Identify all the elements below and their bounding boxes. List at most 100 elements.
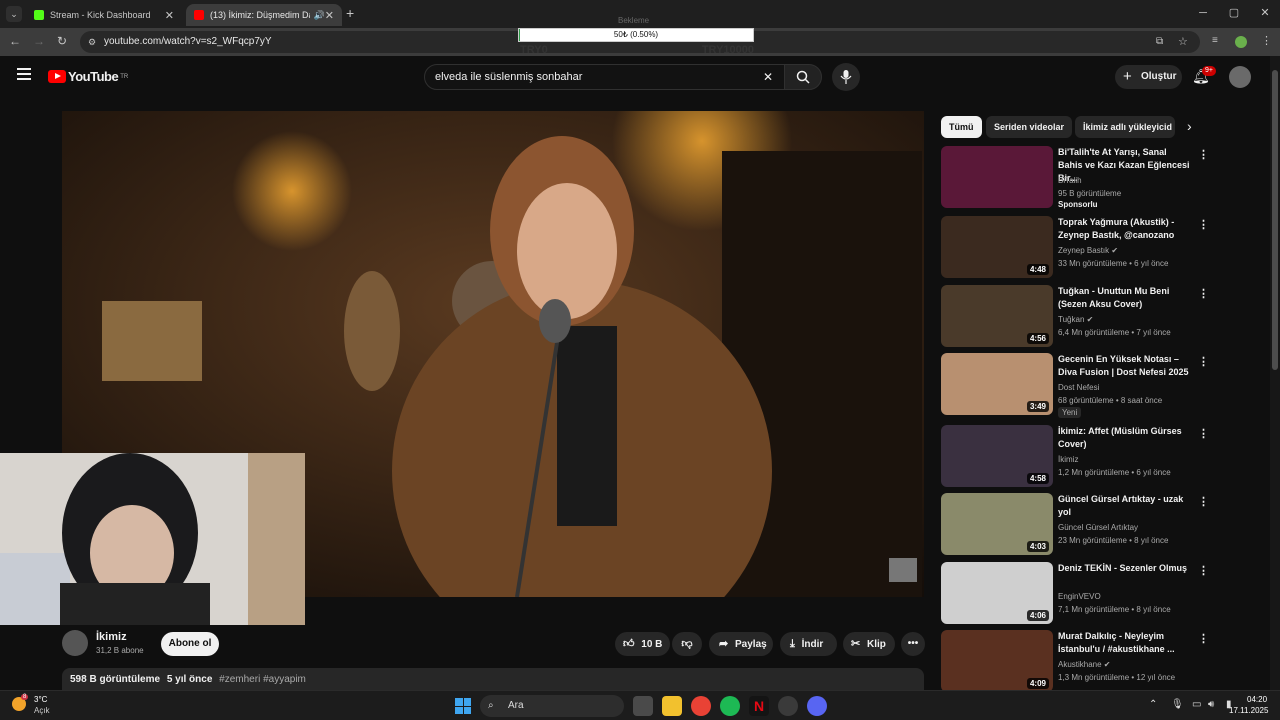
clock-time[interactable]: 04:20: [1247, 695, 1267, 704]
recommendation-title[interactable]: Murat Dalkılıç - Neyleyim İstanbul'u / #…: [1058, 630, 1190, 656]
bookmark-star-icon[interactable]: ☆: [1178, 31, 1188, 53]
dislike-button[interactable]: 👎︎: [672, 632, 702, 656]
profile-avatar[interactable]: [1235, 36, 1247, 48]
more-options-icon[interactable]: ⋮: [1198, 148, 1209, 161]
recommendation-thumbnail[interactable]: [941, 146, 1053, 208]
recommendation-item[interactable]: Bi'Talih'te At Yarışı, Sanal Bahis ve Ka…: [941, 146, 1211, 210]
recommendation-title[interactable]: Gecenin En Yüksek Notası – Diva Fusion |…: [1058, 353, 1190, 379]
site-info-icon[interactable]: ⚙: [88, 31, 96, 53]
download-button[interactable]: ⤓ İndir: [780, 632, 837, 656]
recommendation-item[interactable]: 4:09 Murat Dalkılıç - Neyleyim İstanbul'u…: [941, 630, 1211, 694]
new-tab-icon[interactable]: +: [346, 5, 354, 21]
recommendation-title[interactable]: Toprak Yağmura (Akustik) - Zeynep Bastık…: [1058, 216, 1190, 242]
recommendation-title[interactable]: Güncel Gürsel Artıktay - uzak yol: [1058, 493, 1190, 519]
channel-avatar[interactable]: [62, 630, 88, 656]
channel-name[interactable]: İkimiz: [96, 631, 127, 643]
recommendation-channel[interactable]: Zeynep Bastık ✔: [1058, 244, 1118, 257]
recommendation-item[interactable]: 4:56 Tuğkan - Unuttun Mu Beni (Sezen Aksu…: [941, 285, 1211, 349]
recommendation-channel[interactable]: Güncel Gürsel Artıktay: [1058, 521, 1138, 534]
chip-uploader[interactable]: İkimiz adlı yükleyicid: [1075, 116, 1175, 138]
more-options-icon[interactable]: ⋮: [1198, 632, 1209, 645]
weather-widget[interactable]: 8 3°C Açık: [12, 694, 72, 718]
like-button[interactable]: 👍︎ 10 B: [615, 632, 670, 656]
forward-icon[interactable]: →: [33, 34, 45, 48]
description-box[interactable]: 598 B görüntüleme 5 yıl önce #zemheri #a…: [62, 668, 924, 692]
recommendation-item[interactable]: 4:58 İkimiz: Affet (Müslüm Gürses Cover) İ…: [941, 425, 1211, 489]
recommendation-channel[interactable]: Dost Nefesi: [1058, 381, 1099, 394]
search-button[interactable]: [784, 64, 822, 90]
discord-icon[interactable]: [807, 696, 827, 716]
recommendation-thumbnail[interactable]: 4:48: [941, 216, 1053, 278]
scrollbar-thumb[interactable]: [1272, 70, 1278, 370]
tray-overflow-icon[interactable]: ⌃: [1149, 699, 1157, 710]
clock-date[interactable]: 17.11.2025: [1229, 706, 1268, 715]
recommendation-channel[interactable]: Tuğkan ✔: [1058, 313, 1093, 326]
recommendation-channel[interactable]: EnginVEVO: [1058, 590, 1101, 603]
close-tab-icon[interactable]: ✕: [165, 9, 174, 22]
network-icon[interactable]: ▭: [1192, 699, 1201, 710]
recommendation-title[interactable]: İkimiz: Affet (Müslüm Gürses Cover): [1058, 425, 1190, 451]
recommendation-item[interactable]: 4:48 Toprak Yağmura (Akustik) - Zeynep Ba…: [941, 216, 1211, 280]
clear-search-icon[interactable]: ✕: [763, 65, 773, 89]
recommendation-thumbnail[interactable]: 3:49: [941, 353, 1053, 415]
recommendation-title[interactable]: Tuğkan - Unuttun Mu Beni (Sezen Aksu Cov…: [1058, 285, 1190, 311]
install-icon[interactable]: ⧉: [1156, 31, 1163, 53]
more-options-icon[interactable]: ⋮: [1198, 564, 1209, 577]
close-tab-icon[interactable]: ✕: [325, 9, 334, 22]
tab-kick-dashboard[interactable]: Stream - Kick Dashboard ✕: [26, 4, 182, 26]
task-view-icon[interactable]: [633, 696, 653, 716]
minimize-icon[interactable]: ─: [1196, 6, 1210, 20]
chip-all[interactable]: Tümü: [941, 116, 982, 138]
hamburger-menu-icon[interactable]: [17, 68, 31, 80]
chrome-icon[interactable]: [691, 696, 711, 716]
more-options-icon[interactable]: ⋮: [1198, 427, 1209, 440]
recommendation-item[interactable]: 3:49 Gecenin En Yüksek Notası – Diva Fusi…: [941, 353, 1211, 418]
taskbar-search[interactable]: ⌕ Ara: [480, 695, 624, 717]
volume-icon[interactable]: 🔊︎: [1208, 699, 1214, 710]
more-options-icon[interactable]: ⋮: [1198, 355, 1209, 368]
more-actions-button[interactable]: •••: [901, 632, 925, 656]
recommendation-thumbnail[interactable]: 4:56: [941, 285, 1053, 347]
recommendation-channel[interactable]: Akustikhane ✔: [1058, 658, 1111, 671]
recommendation-thumbnail[interactable]: 4:03: [941, 493, 1053, 555]
media-control-icon[interactable]: ≡: [1212, 35, 1218, 46]
more-options-icon[interactable]: ⋮: [1198, 495, 1209, 508]
speaker-icon[interactable]: 🔊: [314, 10, 325, 21]
goal-min-label: TRY0: [520, 44, 548, 56]
recommendation-item[interactable]: 4:03 Güncel Gürsel Artıktay - uzak yol Gün…: [941, 493, 1211, 557]
tab-youtube-video[interactable]: (13) İkimiz: Düşmedim Dahi 🔊 ✕: [186, 4, 342, 26]
browser-menu-icon[interactable]: ⋮: [1261, 34, 1272, 47]
hashtags[interactable]: #zemheri #ayyapim: [219, 674, 306, 685]
clip-button[interactable]: ✂ Klip: [843, 632, 895, 656]
obs-icon[interactable]: [778, 696, 798, 716]
subscribe-button[interactable]: Abone ol: [161, 632, 219, 656]
close-window-icon[interactable]: ✕: [1258, 6, 1272, 20]
netflix-icon[interactable]: N: [749, 696, 769, 716]
more-options-icon[interactable]: ⋮: [1198, 287, 1209, 300]
maximize-icon[interactable]: ▢: [1227, 6, 1241, 20]
create-button[interactable]: + Oluştur: [1115, 65, 1182, 89]
share-button[interactable]: ➦ Paylaş: [709, 632, 773, 656]
recommendation-channel[interactable]: İkimiz: [1058, 453, 1078, 466]
chips-next-icon[interactable]: ›: [1187, 118, 1192, 134]
tab-list-dropdown-icon[interactable]: ⌄: [6, 6, 22, 22]
recommendation-item[interactable]: 4:06 Deniz TEKİN - Sezenler Olmuş EnginVEV…: [941, 562, 1211, 626]
voice-search-button[interactable]: [832, 63, 860, 91]
page-scrollbar[interactable]: [1270, 56, 1280, 690]
recommendation-thumbnail[interactable]: 4:06: [941, 562, 1053, 624]
recommendation-title[interactable]: Deniz TEKİN - Sezenler Olmuş: [1058, 562, 1190, 575]
chip-series[interactable]: Seriden videolar: [986, 116, 1073, 138]
search-input[interactable]: elveda ile süslenmiş sonbahar ✕: [424, 64, 786, 90]
file-explorer-icon[interactable]: [662, 696, 682, 716]
start-icon[interactable]: [455, 698, 471, 714]
youtube-logo[interactable]: YouTube TR: [48, 69, 128, 84]
recommendation-thumbnail[interactable]: 4:58: [941, 425, 1053, 487]
mic-tray-icon[interactable]: 🎙︎: [1171, 699, 1184, 710]
account-avatar[interactable]: [1229, 66, 1251, 88]
back-icon[interactable]: ←: [9, 34, 21, 48]
recommendation-channel[interactable]: BiTalih: [1058, 174, 1082, 187]
recommendation-thumbnail[interactable]: 4:09: [941, 630, 1053, 692]
reload-icon[interactable]: ↻: [57, 34, 67, 48]
more-options-icon[interactable]: ⋮: [1198, 218, 1209, 231]
spotify-icon[interactable]: [720, 696, 740, 716]
